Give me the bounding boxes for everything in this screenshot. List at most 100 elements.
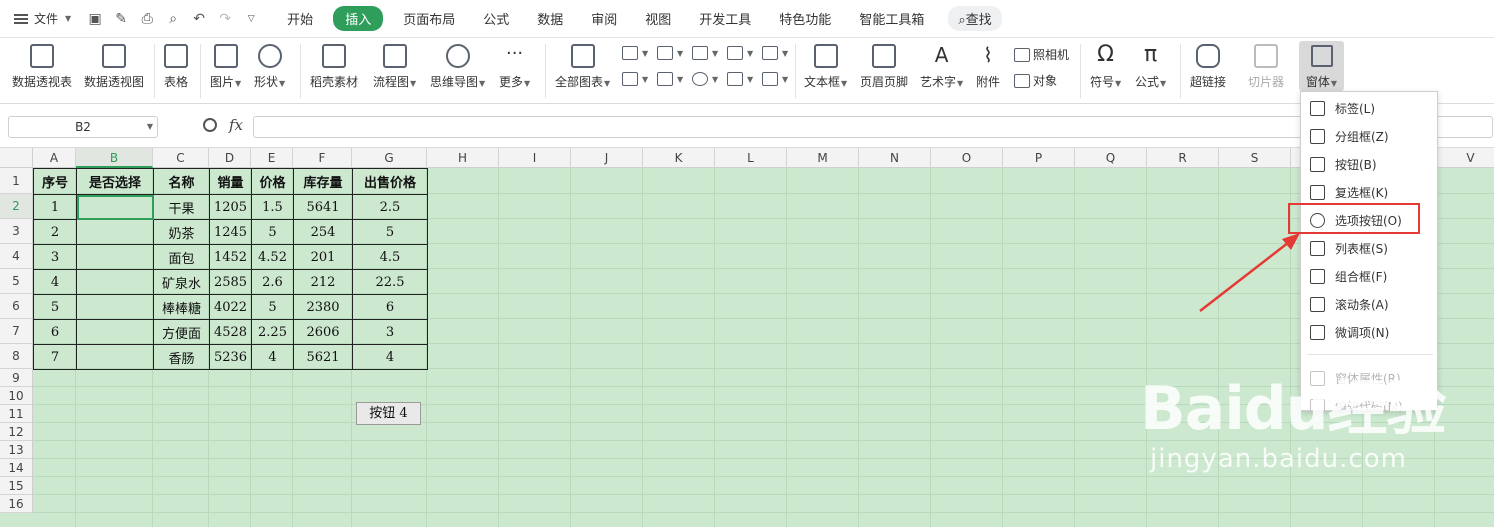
row-header-2[interactable]: 2 bbox=[0, 194, 33, 219]
column-header-H[interactable]: H bbox=[427, 148, 499, 168]
table-cell[interactable]: 5 bbox=[251, 219, 294, 245]
fx-icon[interactable]: fx bbox=[229, 116, 243, 134]
chevron-down-icon[interactable]: ▼ bbox=[147, 117, 153, 137]
tab-3[interactable]: 公式 bbox=[469, 6, 523, 31]
row-header-12[interactable]: 12 bbox=[0, 423, 33, 441]
table-cell[interactable]: 201 bbox=[293, 244, 353, 270]
column-header-D[interactable]: D bbox=[209, 148, 251, 168]
table-cell[interactable]: 矿泉水 bbox=[153, 269, 210, 295]
wordart-button[interactable]: A 艺术字▼ bbox=[920, 42, 963, 92]
table-cell[interactable]: 4 bbox=[352, 344, 428, 370]
table-cell[interactable]: 2.5 bbox=[352, 194, 428, 220]
table-cell[interactable]: 奶茶 bbox=[153, 219, 210, 245]
column-header-E[interactable]: E bbox=[251, 148, 293, 168]
row-header-7[interactable]: 7 bbox=[0, 319, 33, 344]
table-cell[interactable]: 棒棒糖 bbox=[153, 294, 210, 320]
column-header-C[interactable]: C bbox=[153, 148, 209, 168]
row-header-9[interactable]: 9 bbox=[0, 369, 33, 387]
stock-chart-button[interactable]: ▼ bbox=[657, 72, 683, 86]
radar-chart-button[interactable]: ▼ bbox=[727, 46, 753, 60]
column-header-K[interactable]: K bbox=[643, 148, 715, 168]
table-cell[interactable]: 212 bbox=[293, 269, 353, 295]
row-header-13[interactable]: 13 bbox=[0, 441, 33, 459]
attachment-button[interactable]: ⌇ 附件 bbox=[976, 42, 1000, 90]
header-footer-button[interactable]: 页眉页脚 bbox=[860, 42, 908, 90]
pie-chart-button[interactable]: ▼ bbox=[692, 72, 718, 86]
table-cell[interactable]: 22.5 bbox=[352, 269, 428, 295]
table-cell[interactable]: 254 bbox=[293, 219, 353, 245]
table-cell[interactable]: 2.25 bbox=[251, 319, 294, 345]
row-header-10[interactable]: 10 bbox=[0, 387, 33, 405]
dropdown-item-1[interactable]: 分组框(Z) bbox=[1301, 122, 1437, 150]
table-cell[interactable]: 4.5 bbox=[352, 244, 428, 270]
column-chart-button[interactable]: ▼ bbox=[622, 46, 648, 60]
table-cell[interactable]: 1.5 bbox=[251, 194, 294, 220]
column-header-L[interactable]: L bbox=[715, 148, 787, 168]
undo-icon[interactable]: ↶ bbox=[191, 11, 207, 27]
table-cell[interactable]: 2380 bbox=[293, 294, 353, 320]
dropdown-item-7[interactable]: 滚动条(A) bbox=[1301, 290, 1437, 318]
map-chart-button[interactable]: ▼ bbox=[762, 46, 788, 60]
print-preview-icon[interactable]: ⌕ bbox=[165, 11, 181, 27]
table-cell[interactable]: 4 bbox=[33, 269, 77, 295]
tab-0[interactable]: 开始 bbox=[273, 6, 327, 31]
row-header-5[interactable]: 5 bbox=[0, 269, 33, 294]
tab-4[interactable]: 数据 bbox=[523, 6, 577, 31]
row-header-11[interactable]: 11 bbox=[0, 405, 33, 423]
table-cell[interactable]: 4528 bbox=[209, 319, 252, 345]
table-cell[interactable]: 5 bbox=[33, 294, 77, 320]
table-cell[interactable]: 4 bbox=[251, 344, 294, 370]
table-cell[interactable]: 2.6 bbox=[251, 269, 294, 295]
table-cell[interactable]: 2585 bbox=[209, 269, 252, 295]
picture-button[interactable]: 图片▼ bbox=[210, 42, 241, 92]
tab-6[interactable]: 视图 bbox=[631, 6, 685, 31]
table-cell[interactable]: 1452 bbox=[209, 244, 252, 270]
table-header-cell[interactable]: 序号 bbox=[33, 168, 77, 195]
table-cell[interactable] bbox=[76, 244, 154, 270]
row-header-6[interactable]: 6 bbox=[0, 294, 33, 319]
row-header-15[interactable]: 15 bbox=[0, 477, 33, 495]
pivot-table-button[interactable]: 数据透视表 bbox=[12, 42, 72, 90]
row-header-4[interactable]: 4 bbox=[0, 244, 33, 269]
column-header-V[interactable]: V bbox=[1435, 148, 1494, 168]
table-button[interactable]: 表格 bbox=[164, 42, 188, 90]
row-header-8[interactable]: 8 bbox=[0, 344, 33, 369]
table-cell[interactable] bbox=[76, 219, 154, 245]
camera-button[interactable]: 照相机 bbox=[1014, 46, 1069, 63]
save-icon[interactable]: ▣ bbox=[87, 11, 103, 27]
table-header-cell[interactable]: 是否选择 bbox=[76, 168, 154, 195]
table-cell[interactable]: 香肠 bbox=[153, 344, 210, 370]
table-header-cell[interactable]: 库存量 bbox=[293, 168, 353, 195]
textbox-button[interactable]: 文本框▼ bbox=[804, 42, 847, 92]
tab-2[interactable]: 页面布局 bbox=[389, 6, 469, 31]
line-chart-button[interactable]: ▼ bbox=[692, 46, 718, 60]
file-menu[interactable]: 文件 ▼ bbox=[0, 0, 81, 38]
column-header-F[interactable]: F bbox=[293, 148, 352, 168]
column-header-O[interactable]: O bbox=[931, 148, 1003, 168]
table-cell[interactable]: 6 bbox=[352, 294, 428, 320]
all-charts-button[interactable]: 全部图表▼ bbox=[555, 42, 610, 92]
slicer-button[interactable]: 切片器 bbox=[1248, 42, 1284, 90]
table-cell[interactable]: 方便面 bbox=[153, 319, 210, 345]
table-header-cell[interactable]: 销量 bbox=[209, 168, 252, 195]
form-button-4[interactable]: 按钮 4 bbox=[356, 402, 421, 425]
table-cell[interactable]: 5 bbox=[352, 219, 428, 245]
table-cell[interactable]: 1245 bbox=[209, 219, 252, 245]
column-header-Q[interactable]: Q bbox=[1075, 148, 1147, 168]
more-button[interactable]: ··· 更多▼ bbox=[499, 42, 530, 92]
window-form-button[interactable]: 窗体▼ bbox=[1299, 41, 1344, 91]
column-header-M[interactable]: M bbox=[787, 148, 859, 168]
table-header-cell[interactable]: 价格 bbox=[251, 168, 294, 195]
table-cell[interactable]: 3 bbox=[33, 244, 77, 270]
column-header-J[interactable]: J bbox=[571, 148, 643, 168]
dropdown-item-8[interactable]: 微调项(N) bbox=[1301, 318, 1437, 346]
table-cell[interactable] bbox=[76, 294, 154, 320]
table-cell[interactable]: 干果 bbox=[153, 194, 210, 220]
hyperlink-button[interactable]: 超链接 bbox=[1190, 42, 1226, 90]
table-cell[interactable]: 5621 bbox=[293, 344, 353, 370]
row-header-14[interactable]: 14 bbox=[0, 459, 33, 477]
area-chart-button[interactable]: ▼ bbox=[622, 72, 648, 86]
column-header-S[interactable]: S bbox=[1219, 148, 1291, 168]
redo-icon[interactable]: ↷ bbox=[217, 11, 233, 27]
column-header-N[interactable]: N bbox=[859, 148, 931, 168]
